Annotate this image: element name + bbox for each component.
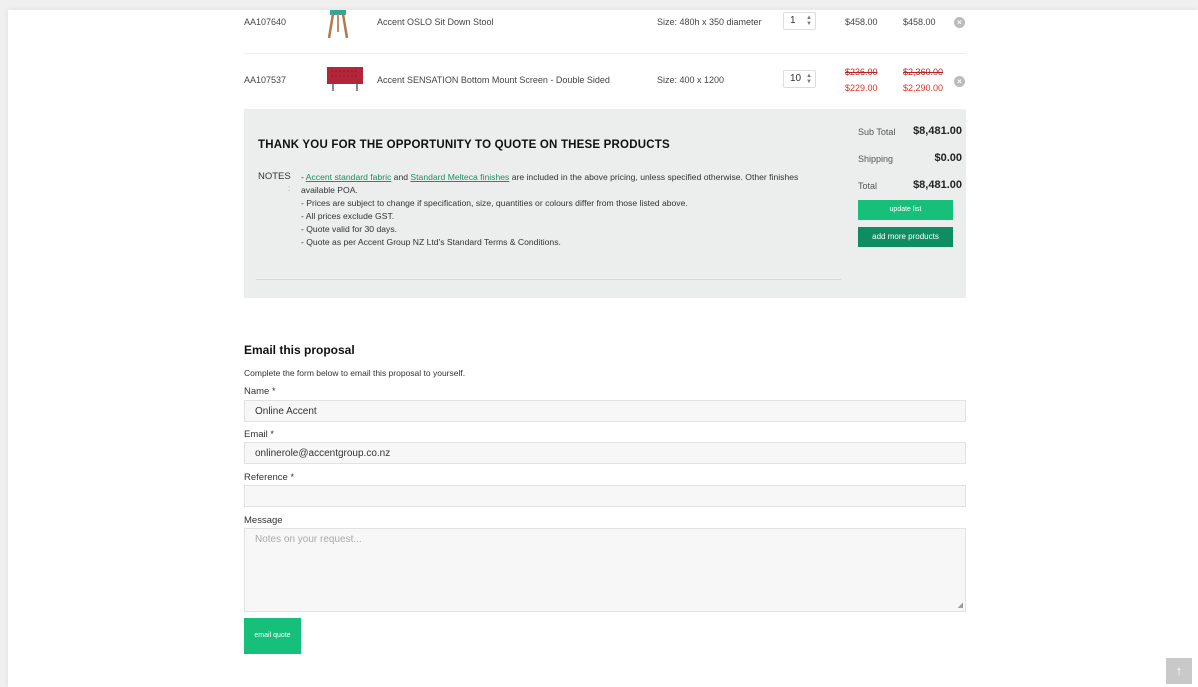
resize-grip-icon[interactable]: ◢: [958, 601, 963, 609]
note-line: - Quote as per Accent Group NZ Ltd's Sta…: [301, 237, 561, 247]
old-unit-price: $236.00: [845, 67, 878, 77]
subtotal-row: Sub Total $8,481.00: [858, 125, 962, 137]
arrow-up-icon[interactable]: ↑: [1166, 658, 1192, 684]
reference-label: Reference *: [244, 472, 294, 483]
quote-notes-panel: THANK YOU FOR THE OPPORTUNITY TO QUOTE O…: [244, 109, 845, 298]
name-field[interactable]: [244, 400, 966, 422]
subtotal-value: $8,481.00: [913, 125, 962, 137]
email-label: Email *: [244, 429, 274, 440]
stepper-arrows-icon[interactable]: ▲ ▼: [806, 73, 812, 85]
totals-panel: Sub Total $8,481.00 Shipping $0.00 Total…: [847, 109, 966, 298]
quantity-value: 1: [790, 15, 796, 26]
unit-price: $229.00: [845, 83, 878, 93]
product-row: AA107537 Accent SENSATION Bottom Mount S…: [244, 53, 966, 103]
stool-thumbnail[interactable]: [326, 10, 350, 42]
notes-label: NOTES: [258, 171, 291, 182]
divider: [256, 279, 841, 280]
reference-label-text: Reference: [244, 472, 288, 483]
quantity-stepper[interactable]: 10 ▲ ▼: [783, 70, 816, 88]
form-title: Email this proposal: [244, 343, 355, 357]
close-circle-icon[interactable]: ×: [954, 76, 965, 87]
message-field[interactable]: Notes on your request... ◢: [244, 528, 966, 612]
line-total: $2,290.00: [903, 83, 944, 93]
add-more-products-button[interactable]: add more products: [858, 227, 953, 247]
required-mark: *: [290, 472, 294, 482]
stepper-arrows-icon[interactable]: ▲ ▼: [806, 15, 812, 27]
message-placeholder: Notes on your request...: [255, 534, 362, 545]
update-list-button[interactable]: update list: [858, 200, 953, 220]
total-label: Total: [858, 181, 878, 191]
close-circle-icon[interactable]: ×: [954, 17, 965, 28]
line-total: $458.00: [903, 17, 936, 27]
note-line: - Prices are subject to change if specif…: [301, 198, 688, 208]
product-code: AA107640: [244, 17, 287, 27]
note-line: - All prices exclude GST.: [301, 211, 395, 221]
note-line: - Quote valid for 30 days.: [301, 224, 398, 234]
required-mark: *: [271, 386, 276, 396]
quantity-stepper[interactable]: 1 ▲ ▼: [783, 12, 816, 30]
old-line-total: $2,360.00: [903, 67, 944, 77]
quantity-value: 10: [790, 73, 802, 84]
total-value: $8,481.00: [913, 179, 962, 191]
shipping-label: Shipping: [858, 154, 894, 164]
reference-field[interactable]: [244, 485, 966, 507]
accent-fabric-link[interactable]: Accent standard fabric: [306, 172, 392, 182]
product-name[interactable]: Accent SENSATION Bottom Mount Screen - D…: [377, 75, 610, 85]
product-name[interactable]: Accent OSLO Sit Down Stool: [377, 17, 494, 27]
name-label: Name *: [244, 386, 276, 397]
notes-colon: :: [288, 184, 291, 193]
email-quote-button[interactable]: email quote: [244, 618, 301, 654]
note-line: - Accent standard fabric and Standard Me…: [301, 171, 831, 197]
thank-you-heading: THANK YOU FOR THE OPPORTUNITY TO QUOTE O…: [258, 139, 670, 151]
email-label-text: Email: [244, 429, 268, 440]
shipping-value: $0.00: [934, 152, 962, 164]
product-size: Size: 480h x 350 diameter: [657, 17, 762, 27]
product-size: Size: 400 x 1200: [657, 75, 725, 85]
unit-price: $458.00: [845, 17, 878, 27]
subtotal-label: Sub Total: [858, 127, 896, 137]
required-mark: *: [270, 429, 274, 439]
email-field[interactable]: [244, 442, 966, 464]
form-description: Complete the form below to email this pr…: [244, 368, 466, 378]
total-row: Total $8,481.00: [858, 179, 962, 191]
melteca-finishes-link[interactable]: Standard Melteca finishes: [410, 172, 509, 182]
screen-thumbnail[interactable]: [326, 66, 364, 94]
product-code: AA107537: [244, 75, 287, 85]
product-row: AA107640 Accent OSLO Sit Down Stool Size…: [244, 10, 966, 52]
quote-summary: THANK YOU FOR THE OPPORTUNITY TO QUOTE O…: [244, 109, 966, 298]
notes-list: - Accent standard fabric and Standard Me…: [301, 171, 831, 249]
message-label: Message: [244, 515, 283, 526]
note-and: and: [391, 172, 411, 182]
shipping-row: Shipping $0.00: [858, 152, 962, 164]
page: AA107640 Accent OSLO Sit Down Stool Size…: [8, 10, 1198, 687]
name-label-text: Name: [244, 386, 270, 397]
